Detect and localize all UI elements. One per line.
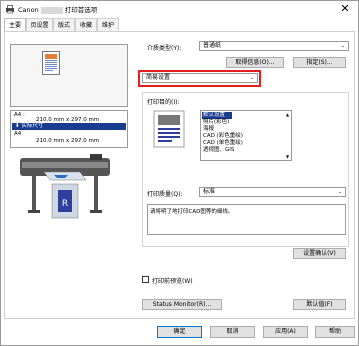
ok-button[interactable]: 确定 [157,326,202,338]
apply-button[interactable]: 应用(A) [263,326,308,338]
title-redacted [40,6,63,14]
get-info-button[interactable]: 取得信息(O)... [226,57,284,68]
paper-dims-2: 210.0 mm x 297.0 mm [36,138,100,144]
svg-text:R: R [62,199,68,209]
paper-size-1: A4 : [14,112,25,118]
specify-button[interactable]: 指定(S)... [293,57,346,68]
chevron-down-icon: ⌄ [249,75,254,81]
print-purpose-label: 打印目的(I): [147,99,180,106]
down-arrow-icon: ⬇ [15,123,20,129]
settings-confirm-button[interactable]: 设置确认(V) [293,248,346,259]
tab-bar: 主要 页设置 版式 收藏 维护 [1,18,358,32]
paper-info-box: A4 : 210.0 mm x 297.0 mm ⬇ 实际尺寸 A4 210.0… [10,110,128,148]
preview-before-print-checkbox[interactable] [142,276,149,283]
status-monitor-button[interactable]: Status Monitor(R)... [142,299,222,310]
tab-maintenance[interactable]: 维护 [97,18,119,31]
chevron-down-icon: ⌄ [340,43,345,49]
tab-favorites[interactable]: 收藏 [75,18,97,31]
print-quality-select[interactable]: 标准 ⌄ [199,187,346,197]
defaults-button[interactable]: 默认值(F) [293,299,346,310]
paper-thumbnail [42,51,60,75]
chevron-down-icon: ⌄ [337,189,342,195]
page-preview [10,44,128,107]
description-box: 请将明了地打印CAD图等的细线。 [147,204,346,235]
scroll-down-icon[interactable]: ▼ [284,153,291,160]
window-title: Canon 打印首选项 [18,6,98,14]
list-item[interactable]: 透视图、GIS [203,147,234,154]
scroll-up-icon[interactable]: ▲ [284,111,291,118]
document-icon [45,54,57,71]
tab-main[interactable]: 主要 [4,18,26,32]
printer-illustration: R [20,154,110,219]
printer-icon [6,5,14,14]
paper-size-2: A4 [14,131,22,137]
list-item[interactable]: 默认设置 [202,112,232,119]
tab-page-setup[interactable]: 页设置 [26,18,53,31]
preview-before-print-label: 打印前预览(W) [152,278,193,285]
actual-size-row: ⬇ 实际尺寸 [12,123,126,130]
list-item[interactable]: CAD (彩色重绘) [203,133,243,140]
setting-mode-select[interactable]: 简易设置 ⌄ [142,73,258,83]
print-purpose-list[interactable]: 默认设置 照片(彩色) 海报 CAD (彩色重绘) CAD (单色重绘) 透视图… [200,110,292,161]
close-icon[interactable]: ✕ [337,2,353,16]
media-type-label: 介质类型(Y): [147,45,182,52]
list-item[interactable]: 海报 [203,126,214,133]
list-item[interactable]: CAD (单色重绘) [203,140,243,147]
description-text: 请将明了地打印CAD图等的细线。 [150,209,234,215]
cancel-button[interactable]: 取消 [210,326,255,338]
print-quality-label: 打印质量(Q): [147,191,183,198]
help-button[interactable]: 帮助 [315,326,355,338]
media-type-select[interactable]: 普通纸 ⌄ [199,41,349,51]
tab-layout[interactable]: 版式 [53,18,75,31]
purpose-preview-icon [153,110,185,148]
list-item[interactable]: 照片(彩色) [203,119,229,126]
